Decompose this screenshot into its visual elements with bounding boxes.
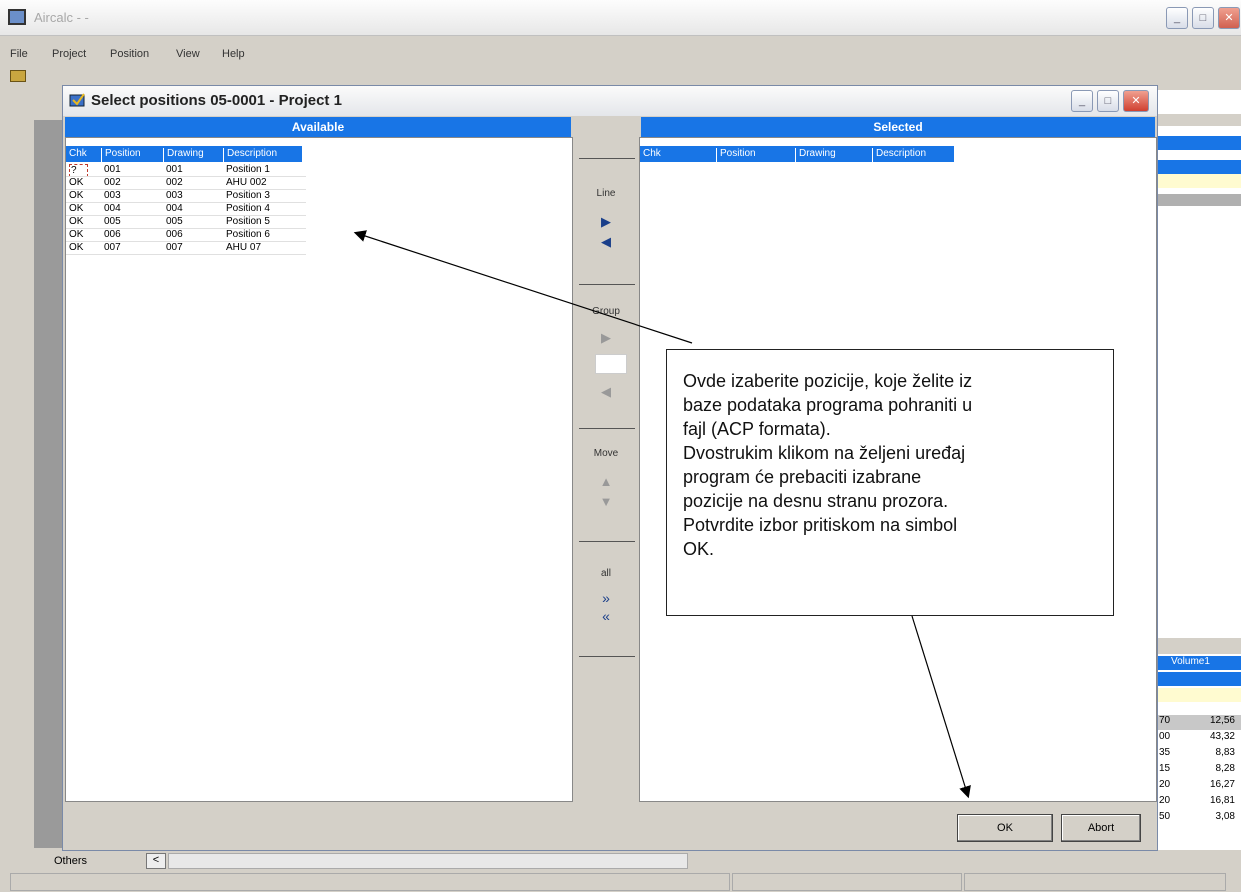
horizontal-scrollbar[interactable] <box>168 853 688 869</box>
status-bar: Others < <box>0 851 1241 892</box>
status-pane-1 <box>10 873 730 891</box>
tab-others[interactable]: Others <box>54 855 87 867</box>
status-pane-2 <box>732 873 962 891</box>
arrow-left-icon: < <box>152 854 160 866</box>
scroll-left-button[interactable]: < <box>146 853 166 869</box>
status-pane-3 <box>964 873 1226 891</box>
arrow-to-available <box>353 230 693 344</box>
arrow-to-ok <box>911 615 971 799</box>
annotation-arrows <box>353 230 971 799</box>
